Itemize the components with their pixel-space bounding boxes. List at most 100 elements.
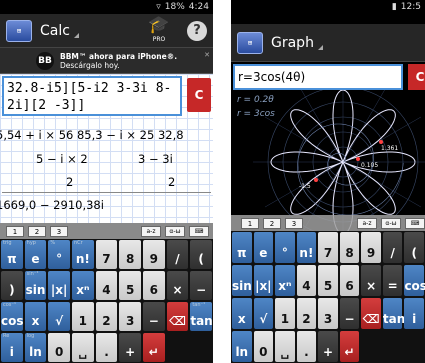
key-16[interactable]: = — [382, 265, 403, 296]
tab-greek[interactable]: α-ω — [165, 225, 185, 237]
key-32[interactable]: + — [119, 333, 141, 362]
key-3[interactable]: nCr n! — [72, 240, 94, 269]
key-2[interactable]: ° — [275, 232, 295, 263]
key-14[interactable]: 6 — [339, 265, 360, 296]
tab-2[interactable]: 2 — [263, 217, 281, 229]
key-21[interactable]: 1 — [72, 302, 94, 331]
equation-entry[interactable]: r = 3cos — [237, 109, 275, 119]
key-15[interactable]: × — [361, 265, 381, 296]
keyboard-toggle-icon[interactable]: ⌨ — [189, 225, 209, 237]
key-19[interactable]: x — [24, 302, 47, 331]
key-13[interactable]: 4 — [95, 271, 118, 300]
key-26[interactable]: i — [404, 298, 424, 329]
mode-dropdown-icon[interactable] — [73, 33, 79, 38]
key-12[interactable]: xⁿ — [72, 271, 94, 300]
tab-letters[interactable]: a-z — [357, 217, 377, 229]
key-13[interactable]: 5 — [318, 265, 338, 296]
tab-1[interactable]: 1 — [241, 217, 259, 229]
key-30[interactable]: . — [296, 331, 317, 362]
key-label: sin — [25, 283, 46, 297]
graph-area[interactable]: r = 0.2θ r = 3cos 1.361 0.105 -1.5 r=3co… — [231, 62, 425, 252]
key-25[interactable]: tan — [382, 298, 405, 329]
key-1[interactable]: e — [253, 232, 274, 263]
key-17[interactable]: cos — [404, 265, 425, 296]
calculation-area: 32.8-i5][5-i2 3-3i 8-2i][2 -3]] C 5,54 +… — [0, 74, 213, 223]
key-22[interactable]: 3 — [318, 298, 338, 329]
key-19[interactable]: √ — [253, 298, 274, 329]
key-1[interactable]: hyp e — [24, 240, 47, 269]
key-28[interactable]: 0 — [253, 331, 274, 362]
key-9[interactable]: ) — [1, 271, 23, 300]
tab-greek[interactable]: α-ω — [381, 217, 401, 229]
key-25[interactable]: ⌫ — [166, 302, 189, 331]
app-logo-icon[interactable]: ⊞ — [6, 19, 32, 42]
key-10[interactable]: sin⁻¹ sin — [24, 271, 47, 300]
key-5[interactable]: 8 — [119, 240, 141, 269]
key-9[interactable]: sin — [232, 265, 252, 296]
key-11[interactable]: xⁿ — [275, 265, 295, 296]
equation-entry[interactable]: r = 0.2θ — [237, 95, 274, 105]
key-21[interactable]: 2 — [296, 298, 317, 329]
key-label: ( — [411, 246, 417, 260]
key-27[interactable]: ln — [232, 331, 252, 362]
expression-input[interactable]: 32.8-i5][5-i2 3-3i 8-2i][2 -3]] — [2, 76, 182, 116]
key-7[interactable]: / — [382, 232, 403, 263]
key-32[interactable]: ↵ — [339, 331, 360, 362]
key-29[interactable]: 0 — [48, 333, 70, 362]
key-17[interactable]: − — [190, 271, 212, 300]
key-20[interactable]: √ — [48, 302, 70, 331]
key-0[interactable]: trig π — [1, 240, 23, 269]
help-button[interactable]: ? — [187, 21, 207, 41]
key-20[interactable]: 1 — [275, 298, 295, 329]
ad-close-icon[interactable]: ✕ — [204, 51, 210, 59]
key-14[interactable]: 5 — [119, 271, 141, 300]
key-31[interactable]: + — [318, 331, 338, 362]
equation-input[interactable]: r=3cos(4θ) — [233, 64, 403, 90]
tab-3[interactable]: 3 — [50, 225, 68, 237]
key-4[interactable]: 7 — [95, 240, 118, 269]
mode-dropdown-icon[interactable] — [317, 45, 323, 50]
key-16[interactable]: × — [166, 271, 189, 300]
key-18[interactable]: cos⁻¹ cos — [1, 302, 24, 331]
key-23[interactable]: 3 — [119, 302, 141, 331]
key-29[interactable]: ␣ — [275, 331, 295, 362]
tab-letters[interactable]: a-z — [141, 225, 161, 237]
key-24[interactable]: ⌫ — [361, 298, 381, 329]
app-title[interactable]: Calc — [40, 23, 70, 39]
key-18[interactable]: x — [232, 298, 252, 329]
key-30[interactable]: ␣ — [72, 333, 94, 362]
key-24[interactable]: − — [143, 302, 165, 331]
key-28[interactable]: log ln — [24, 333, 47, 362]
key-7[interactable]: / — [166, 240, 189, 269]
pro-badge[interactable]: 🎓 PRO — [144, 14, 174, 48]
key-3[interactable]: n! — [296, 232, 317, 263]
key-6[interactable]: 9 — [361, 232, 381, 263]
key-2[interactable]: % ° — [48, 240, 70, 269]
app-logo-icon[interactable]: ⊞ — [237, 31, 263, 54]
tab-2[interactable]: 2 — [28, 225, 46, 237]
app-title[interactable]: Graph — [271, 35, 314, 51]
key-11[interactable]: |x| — [48, 271, 70, 300]
key-5[interactable]: 8 — [339, 232, 360, 263]
key-6[interactable]: 9 — [143, 240, 165, 269]
clear-button[interactable]: C — [187, 78, 211, 112]
key-31[interactable]: . — [95, 333, 118, 362]
tab-3[interactable]: 3 — [285, 217, 303, 229]
key-23[interactable]: − — [339, 298, 360, 329]
key-10[interactable]: |x| — [253, 265, 274, 296]
key-22[interactable]: 2 — [95, 302, 118, 331]
ad-banner[interactable]: BB BBM™ ahora para iPhone®. Descárgalo h… — [0, 48, 213, 74]
key-8[interactable]: ( — [190, 240, 212, 269]
key-0[interactable]: π — [232, 232, 252, 263]
key-4[interactable]: 7 — [318, 232, 338, 263]
keyboard-toggle-icon[interactable]: ⌨ — [405, 217, 425, 229]
key-12[interactable]: 4 — [296, 265, 317, 296]
key-26[interactable]: tan⁻¹ tan — [190, 302, 213, 331]
key-33[interactable]: ↵ — [143, 333, 165, 362]
key-8[interactable]: ( — [404, 232, 424, 263]
key-27[interactable]: Re i — [1, 333, 23, 362]
key-15[interactable]: 6 — [143, 271, 165, 300]
key-label: 6 — [149, 283, 158, 297]
tab-1[interactable]: 1 — [6, 225, 24, 237]
clear-button[interactable]: C — [408, 64, 425, 90]
